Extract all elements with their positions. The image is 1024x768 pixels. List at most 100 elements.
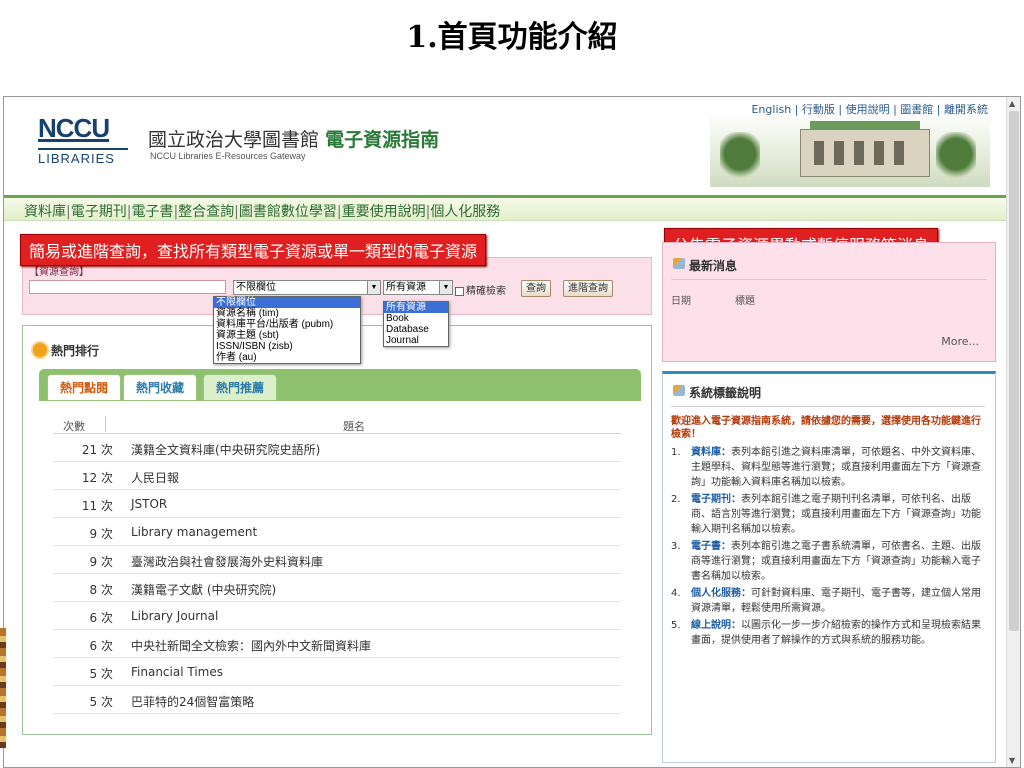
- table-row[interactable]: 12 次 人民日報: [53, 462, 621, 490]
- row-count: 21 次: [81, 443, 113, 457]
- sun-icon: [33, 343, 47, 357]
- table-row[interactable]: 9 次 臺灣政治與社會發展海外史料資料庫: [53, 546, 621, 574]
- nav-item-personal-service[interactable]: 個人化服務: [430, 204, 500, 220]
- latest-news-inner: 最新消息 日期 標題: [671, 257, 987, 353]
- item-text: 表列本館引進之資料庫清單，可依題名、中外文資料庫、主題學科、資料型態等進行瀏覽；…: [691, 447, 981, 488]
- table-row[interactable]: 8 次 漢籍電子文獻 (中央研究院): [53, 574, 621, 602]
- scroll-thumb[interactable]: [1009, 111, 1019, 631]
- row-title[interactable]: 漢籍電子文獻 (中央研究院): [131, 581, 276, 598]
- col-divider: [105, 416, 106, 432]
- nav-item-databases[interactable]: 資料庫: [24, 204, 66, 220]
- row-title[interactable]: JSTOR: [131, 497, 167, 511]
- field-option[interactable]: ISSN/ISBN (zisb): [214, 341, 360, 352]
- annotation-search: 簡易或進階查詢，查找所有類型電子資源或單一類型的電子資源: [20, 234, 487, 266]
- row-title[interactable]: 中央社新聞全文檢索：國內外中文新聞資料庫: [131, 637, 371, 654]
- type-option[interactable]: Book: [384, 313, 448, 324]
- row-title[interactable]: Financial Times: [131, 665, 223, 679]
- advanced-search-button[interactable]: 進階查詢: [563, 280, 613, 297]
- field-option[interactable]: 作者 (au): [214, 352, 360, 363]
- site-name-prefix: 國立政治大學圖書館: [148, 129, 320, 151]
- tree-shape: [720, 132, 760, 187]
- browser-screenshot: NCCU LIBRARIES 國立政治大學圖書館 電子資源指南 NCCU Lib…: [3, 96, 1021, 768]
- row-title[interactable]: Library Journal: [131, 609, 218, 623]
- field-option[interactable]: 資源名稱 (tim): [214, 308, 360, 319]
- nav-item-ebooks[interactable]: 電子書: [131, 204, 173, 220]
- table-row[interactable]: 6 次 Library Journal: [53, 602, 621, 630]
- building-window: [894, 141, 904, 165]
- row-title[interactable]: Library management: [131, 525, 257, 539]
- row-count: 8 次: [89, 583, 113, 597]
- news-more-link[interactable]: More...: [941, 335, 979, 348]
- tree-shape: [936, 132, 976, 187]
- item-number: 4.: [671, 588, 681, 599]
- building-window: [834, 141, 844, 165]
- latest-news-panel: 最新消息 日期 標題 More...: [662, 242, 996, 362]
- decorative-strip: [0, 628, 6, 748]
- system-labels-panel: 系統標籤說明 歡迎進入電子資源指南系統，請依據您的需要，選擇使用各功能鍵進行檢索…: [662, 371, 996, 763]
- latest-news-title: 最新消息: [671, 257, 987, 280]
- exact-search-checkbox[interactable]: 精確檢索: [455, 282, 506, 297]
- nav-item-usage-guide[interactable]: 重要使用說明: [342, 204, 426, 220]
- type-option[interactable]: 所有資源: [384, 302, 448, 313]
- site-name-suffix: 電子資源指南: [325, 129, 440, 151]
- row-title[interactable]: 人民日報: [131, 469, 179, 486]
- type-select[interactable]: 所有資源 ▼: [383, 280, 453, 295]
- site-subtitle: NCCU Libraries E-Resources Gateway: [150, 151, 306, 161]
- latest-news-columns: 日期 標題: [671, 292, 987, 307]
- table-row[interactable]: 5 次 Financial Times: [53, 658, 621, 686]
- table-row[interactable]: 9 次 Library management: [53, 518, 621, 546]
- item-number: 3.: [671, 541, 681, 552]
- nav-item-ejournals[interactable]: 電子期刊: [71, 204, 127, 220]
- table-row[interactable]: 21 次 漢籍全文資料庫(中央研究院史語所): [53, 434, 621, 462]
- vertical-scrollbar[interactable]: ▲ ▼: [1006, 97, 1020, 767]
- site-header: NCCU LIBRARIES 國立政治大學圖書館 電子資源指南 NCCU Lib…: [4, 97, 1008, 195]
- tab-hot-clicks[interactable]: 熱門點閱: [47, 374, 122, 401]
- table-row[interactable]: 6 次 中央社新聞全文檢索：國內外中文新聞資料庫: [53, 630, 621, 658]
- row-title[interactable]: 巴菲特的24個智富策略: [131, 693, 254, 710]
- top-links[interactable]: English | 行動版 | 使用說明 | 圖書館 | 離開系統: [749, 101, 990, 117]
- field-dropdown-list: 不限欄位 資源名稱 (tim) 資料庫平台/出版者 (pubm) 資源主題 (s…: [213, 296, 361, 364]
- type-option[interactable]: Journal: [384, 335, 448, 346]
- building-window: [874, 141, 884, 165]
- table-row[interactable]: 11 次 JSTOR: [53, 490, 621, 518]
- main-nav: 資料庫|電子期刊|電子書|整合查詢|圖書館數位學習|重要使用說明|個人化服務: [4, 195, 1008, 221]
- slide-title: 1.首頁功能介紹: [406, 20, 618, 55]
- row-count: 6 次: [89, 639, 113, 653]
- logo-sub-text: LIBRARIES: [38, 148, 128, 166]
- list-item: 5. 線上說明：以圖示化一步一步介紹檢索的操作方式和呈現檢索結果畫面，提供使用者了…: [671, 618, 985, 648]
- item-head: 個人化服務：: [691, 588, 751, 599]
- nccu-logo[interactable]: NCCU LIBRARIES: [38, 113, 128, 173]
- field-option[interactable]: 資料庫平台/出版者 (pubm): [214, 319, 360, 330]
- item-number: 5.: [671, 620, 681, 631]
- tab-hot-recommend[interactable]: 熱門推薦: [203, 374, 278, 401]
- scroll-up-icon[interactable]: ▲: [1009, 99, 1015, 108]
- row-count: 12 次: [81, 471, 113, 485]
- row-title[interactable]: 漢籍全文資料庫(中央研究院史語所): [131, 441, 320, 458]
- nav-item-integrated-search[interactable]: 整合查詢: [178, 204, 234, 220]
- field-select[interactable]: 不限欄位 ▼: [233, 280, 381, 295]
- field-select-value: 不限欄位: [236, 282, 276, 293]
- list-item: 2. 電子期刊：表列本館引進之電子期刊刊名清單，可依刊名、出版商、語言別等進行瀏覽…: [671, 492, 985, 537]
- nav-items: 資料庫|電子期刊|電子書|整合查詢|圖書館數位學習|重要使用說明|個人化服務: [24, 201, 500, 221]
- search-input[interactable]: [29, 280, 226, 294]
- table-row[interactable]: 5 次 巴菲特的24個智富策略: [53, 686, 621, 714]
- type-option[interactable]: Database: [384, 324, 448, 335]
- nav-item-digital-learning[interactable]: 圖書館數位學習: [239, 204, 337, 220]
- building-window: [854, 141, 864, 165]
- list-item: 4. 個人化服務：可針對資料庫、電子期刊、電子書等，建立個人常用資源清單，輕鬆使用…: [671, 586, 985, 616]
- news-col-date: 日期: [671, 296, 691, 307]
- hot-tabs: 熱門點閱 熱門收藏 熱門推薦: [39, 369, 641, 401]
- field-option[interactable]: 不限欄位: [214, 297, 360, 308]
- tab-hot-favorites[interactable]: 熱門收藏: [123, 374, 198, 401]
- chevron-down-icon: ▼: [367, 281, 380, 294]
- scroll-down-icon[interactable]: ▼: [1009, 756, 1015, 765]
- building-window: [814, 141, 824, 165]
- row-count: 5 次: [89, 695, 113, 709]
- hot-ranking-header: 熱門排行: [33, 342, 99, 359]
- row-title[interactable]: 臺灣政治與社會發展海外史料資料庫: [131, 553, 323, 570]
- chevron-down-icon: ▼: [439, 281, 452, 294]
- item-head: 電子期刊：: [691, 494, 741, 505]
- search-button[interactable]: 查詢: [521, 280, 551, 297]
- field-option[interactable]: 資源主題 (sbt): [214, 330, 360, 341]
- type-dropdown-list: 所有資源 Book Database Journal: [383, 301, 449, 347]
